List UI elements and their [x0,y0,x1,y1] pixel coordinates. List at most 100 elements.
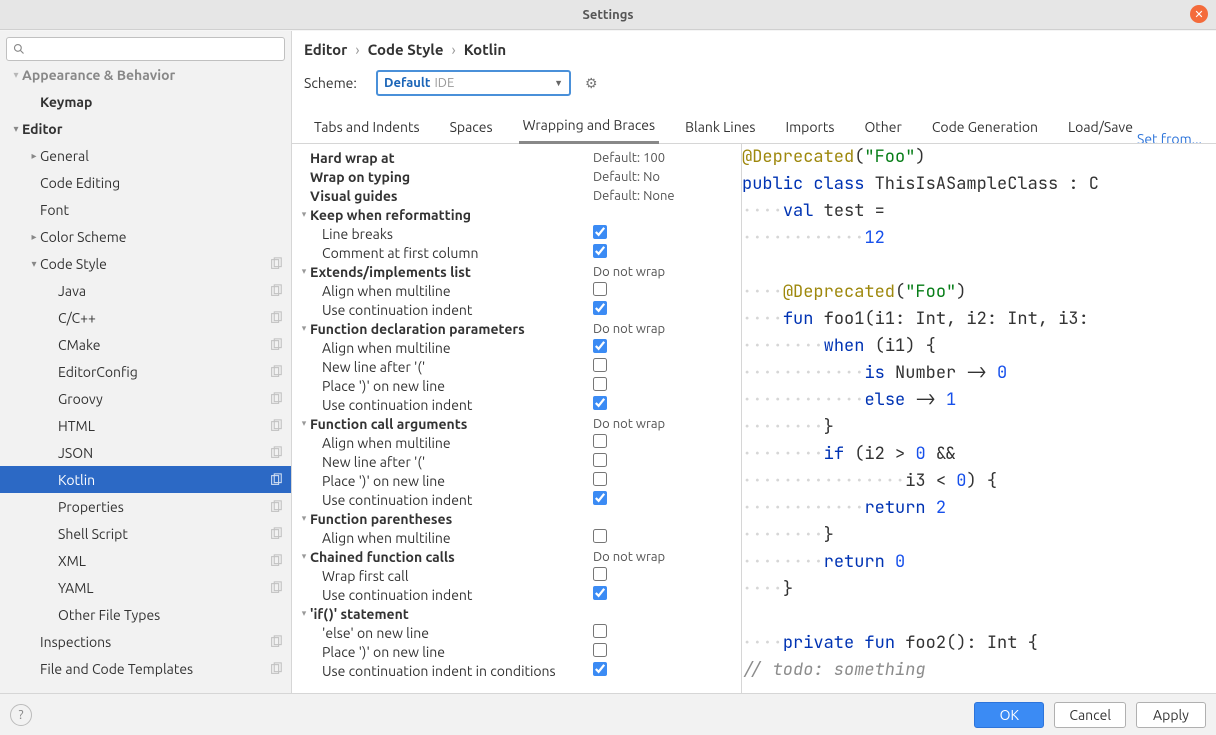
option-checkbox[interactable] [593,396,607,410]
sidebar-item[interactable]: ▾Appearance & Behavior [0,67,291,88]
footer: ? OK Cancel Apply [0,693,1216,735]
option-item[interactable]: New line after '(' [292,452,741,471]
option-item[interactable]: Use continuation indent [292,490,741,509]
close-icon[interactable]: ✕ [1190,5,1208,23]
sidebar-item[interactable]: HTML [0,412,291,439]
option-value[interactable]: Do not wrap [591,417,741,431]
option-checkbox[interactable] [593,225,607,239]
option-item[interactable]: Align when multiline [292,338,741,357]
option-item[interactable]: Use continuation indent [292,300,741,319]
option-group[interactable]: ▾Function declaration parametersDo not w… [292,319,741,338]
option-item[interactable]: Align when multiline [292,528,741,547]
cancel-button[interactable]: Cancel [1054,702,1126,728]
option-value[interactable]: Do not wrap [591,265,741,279]
option-checkbox[interactable] [593,567,607,581]
tab[interactable]: Code Generation [928,119,1042,143]
option-item[interactable]: Place ')' on new line [292,471,741,490]
option-item[interactable]: Place ')' on new line [292,376,741,395]
option-item[interactable]: Line breaks [292,224,741,243]
code-preview: @Deprecated("Foo") public class ThisIsAS… [742,144,1216,693]
option-group: ▾Keep when reformatting [292,205,741,224]
option-checkbox[interactable] [593,586,607,600]
option-checkbox[interactable] [593,377,607,391]
option-checkbox[interactable] [593,491,607,505]
option-value[interactable]: Default: 100 [591,151,741,165]
option-checkbox[interactable] [593,244,607,258]
sidebar-item[interactable]: Shell Script [0,520,291,547]
tab[interactable]: Wrapping and Braces [519,117,660,144]
tab[interactable]: Imports [782,119,839,143]
option-item[interactable]: Align when multiline [292,281,741,300]
sidebar-item[interactable]: Font [0,196,291,223]
option-item[interactable]: Align when multiline [292,433,741,452]
sidebar-item[interactable]: Kotlin [0,466,291,493]
option-group[interactable]: Visual guidesDefault: None [292,186,741,205]
option-item[interactable]: Use continuation indent in conditions [292,661,741,680]
sidebar-item[interactable]: Keymap [0,88,291,115]
scheme-select[interactable]: Default IDE ▼ [376,70,571,96]
option-item[interactable]: Wrap first call [292,566,741,585]
sidebar-item[interactable]: CMake [0,331,291,358]
option-label: Wrap first call [322,568,591,584]
sidebar-item[interactable]: ▸Color Scheme [0,223,291,250]
option-checkbox[interactable] [593,339,607,353]
sidebar-item[interactable]: YAML [0,574,291,601]
option-checkbox[interactable] [593,301,607,315]
option-group[interactable]: ▾Extends/implements listDo not wrap [292,262,741,281]
tree-arrow-icon: ▸ [28,231,40,243]
tab[interactable]: Spaces [446,119,497,143]
option-value[interactable]: Default: None [591,189,741,203]
option-checkbox[interactable] [593,282,607,296]
option-item[interactable]: Use continuation indent [292,395,741,414]
option-item[interactable]: Use continuation indent [292,585,741,604]
sidebar-item[interactable]: EditorConfig [0,358,291,385]
option-checkbox[interactable] [593,529,607,543]
sidebar-item-label: XML [58,553,269,569]
option-item[interactable]: Place ')' on new line [292,642,741,661]
option-group[interactable]: Hard wrap atDefault: 100 [292,148,741,167]
sidebar-item[interactable]: ▸General [0,142,291,169]
sidebar-item-label: Code Style [40,256,269,272]
option-checkbox[interactable] [593,624,607,638]
tab[interactable]: Other [860,119,905,143]
option-item[interactable]: Comment at first column [292,243,741,262]
option-checkbox[interactable] [593,662,607,676]
tab[interactable]: Load/Save [1064,119,1137,143]
sidebar-item[interactable]: ▾Editor [0,115,291,142]
sidebar-item[interactable]: C/C++ [0,304,291,331]
option-label: Place ')' on new line [322,378,591,394]
option-checkbox[interactable] [593,358,607,372]
settings-tree[interactable]: ▾Appearance & Behavior Keymap ▾Editor▸Gene… [0,67,291,693]
sidebar-item[interactable]: File and Code Templates [0,655,291,682]
gear-icon[interactable]: ⚙ [585,75,598,92]
ok-button[interactable]: OK [974,702,1044,728]
sidebar-item[interactable]: XML [0,547,291,574]
option-group[interactable]: ▾Function call argumentsDo not wrap [292,414,741,433]
option-group[interactable]: ▾Chained function callsDo not wrap [292,547,741,566]
option-checkbox[interactable] [593,472,607,486]
sidebar-item[interactable]: JSON [0,439,291,466]
sidebar-item[interactable]: Properties [0,493,291,520]
tab[interactable]: Blank Lines [681,119,759,143]
sidebar-item[interactable]: Code Editing [0,169,291,196]
sidebar-item[interactable]: Java [0,277,291,304]
sidebar-item-label: Keymap [40,94,283,110]
help-button[interactable]: ? [10,704,32,726]
sidebar-item[interactable]: ▾Code Style [0,250,291,277]
sidebar-item[interactable]: Groovy [0,385,291,412]
option-value[interactable]: Do not wrap [591,322,741,336]
apply-button[interactable]: Apply [1136,702,1206,728]
option-group[interactable]: Wrap on typingDefault: No [292,167,741,186]
sidebar-item[interactable]: Inspections [0,628,291,655]
option-value[interactable]: Default: No [591,170,741,184]
sidebar-item[interactable]: Other File Types [0,601,291,628]
option-checkbox[interactable] [593,453,607,467]
option-item[interactable]: 'else' on new line [292,623,741,642]
options-panel[interactable]: Hard wrap atDefault: 100Wrap on typingDe… [292,144,742,693]
search-input[interactable] [6,37,285,61]
option-checkbox[interactable] [593,643,607,657]
tab[interactable]: Tabs and Indents [310,119,424,143]
option-checkbox[interactable] [593,434,607,448]
option-item[interactable]: New line after '(' [292,357,741,376]
option-value[interactable]: Do not wrap [591,550,741,564]
